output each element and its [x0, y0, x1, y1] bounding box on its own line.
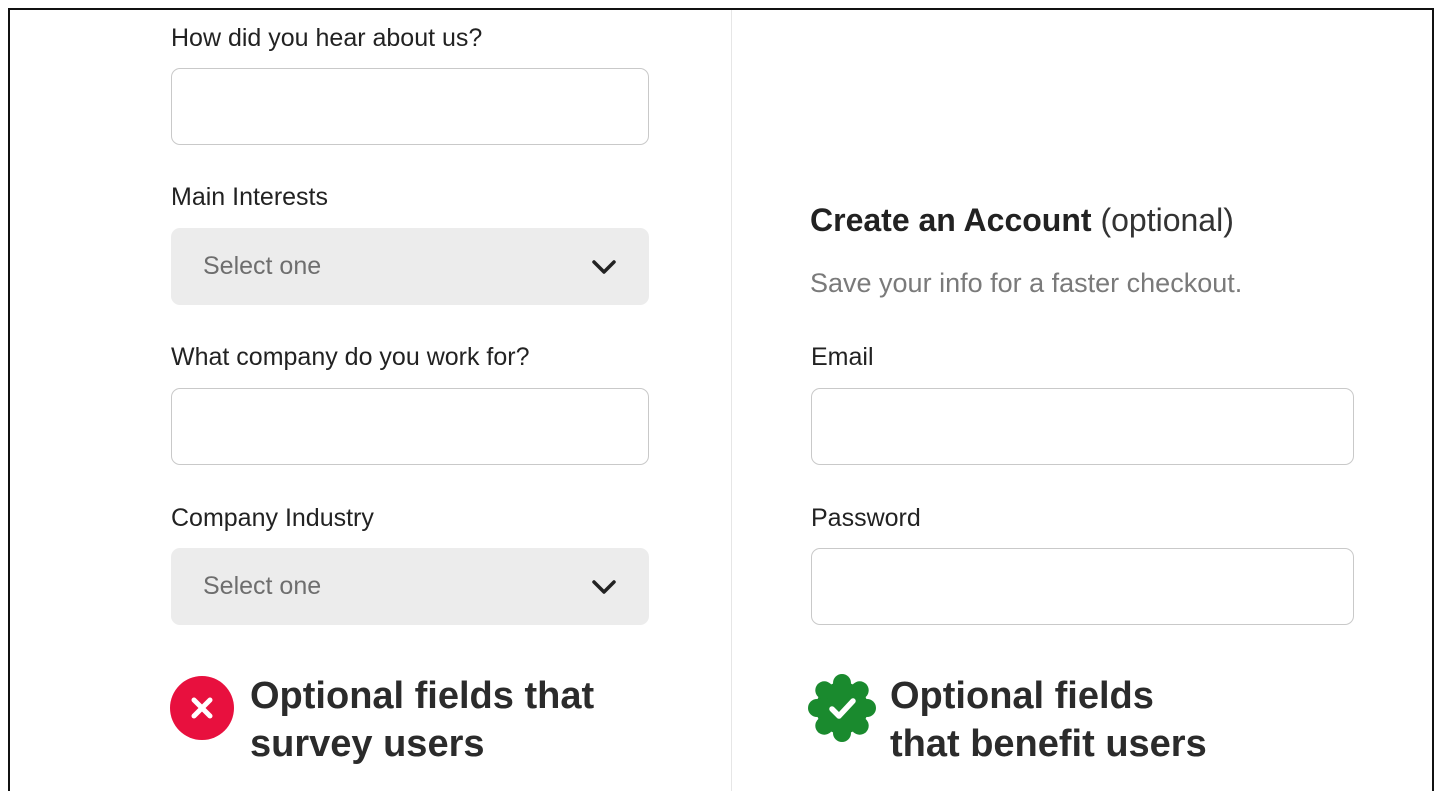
email-input[interactable] — [811, 388, 1354, 465]
optional-tag: (optional) — [1100, 202, 1234, 238]
column-divider — [731, 10, 732, 791]
main-interests-label: Main Interests — [171, 183, 329, 211]
company-input[interactable] — [171, 388, 649, 465]
company-industry-select[interactable]: Select one — [171, 548, 649, 625]
password-input[interactable] — [811, 548, 1354, 625]
create-account-heading: Create an Account (optional) — [810, 202, 1234, 239]
hear-about-us-input[interactable] — [171, 68, 649, 145]
chevron-down-icon — [592, 259, 616, 274]
chevron-down-icon — [592, 579, 616, 594]
create-account-title: Create an Account — [810, 202, 1092, 238]
bad-caption-line2: survey users — [250, 723, 485, 765]
check-badge-icon — [808, 674, 876, 742]
hear-about-us-label: How did you hear about us? — [171, 24, 483, 52]
password-label: Password — [811, 504, 921, 532]
good-caption-line2: that benefit users — [890, 723, 1207, 765]
bad-caption-line1: Optional fields that — [250, 675, 595, 717]
company-industry-label: Company Industry — [171, 504, 374, 532]
good-caption-line1: Optional fields — [890, 675, 1154, 717]
x-circle-icon — [170, 676, 234, 740]
email-label: Email — [811, 343, 874, 371]
company-label: What company do you work for? — [171, 343, 530, 371]
company-industry-value: Select one — [203, 572, 322, 600]
create-account-subtitle: Save your info for a faster checkout. — [810, 268, 1243, 298]
good-example-caption: Optional fields that benefit users — [890, 672, 1207, 768]
main-interests-select[interactable]: Select one — [171, 228, 649, 305]
main-interests-value: Select one — [203, 252, 322, 280]
bad-example-caption: Optional fields that survey users — [250, 672, 594, 768]
